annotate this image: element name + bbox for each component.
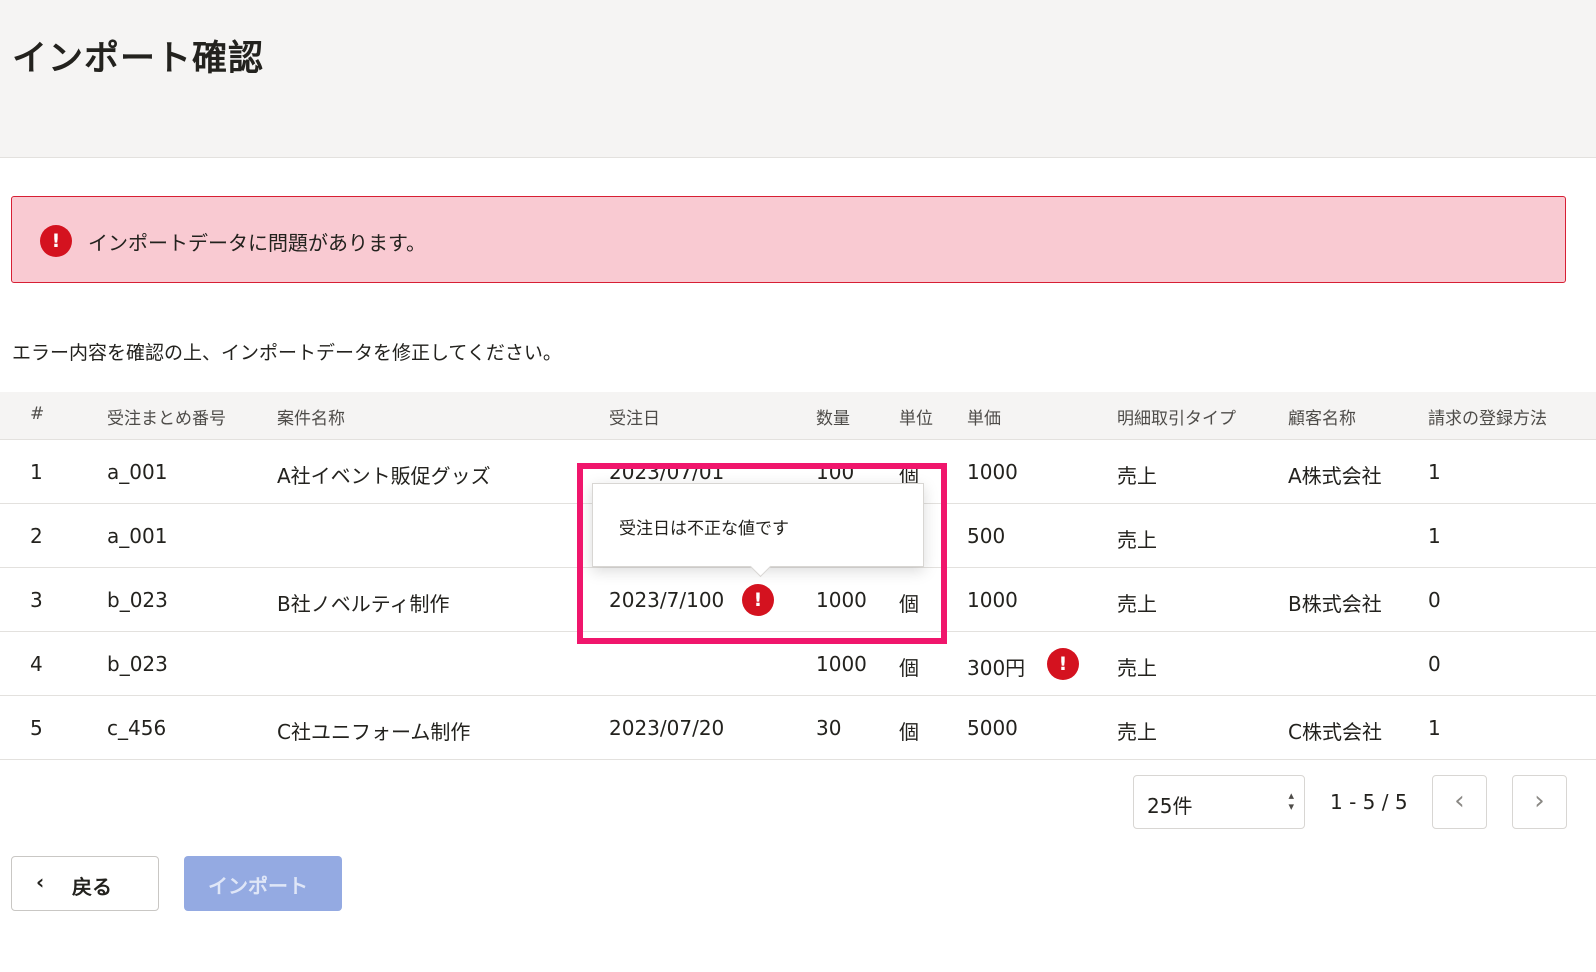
cell-transaction-type: 売上 xyxy=(1117,656,1157,680)
cell-transaction-type: 売上 xyxy=(1117,720,1157,744)
page-header: インポート確認 xyxy=(0,0,1596,158)
column-header-quantity: 数量 xyxy=(816,409,850,429)
table-header: # 受注まとめ番号 案件名称 受注日 数量 単位 単価 明細取引タイプ 顧客名称… xyxy=(0,392,1596,440)
cell-customer: B株式会社 xyxy=(1288,592,1382,616)
cell-unit-price: 1000 xyxy=(967,460,1018,484)
chevron-right-icon: › xyxy=(1534,786,1545,816)
cell-quantity: 100 xyxy=(816,460,855,484)
cell-billing-method: 0 xyxy=(1428,652,1441,676)
cell-unit-price: 5000 xyxy=(967,716,1018,740)
cell-project: C社ユニフォーム制作 xyxy=(277,720,471,744)
column-header-number: # xyxy=(30,404,45,424)
table-row: 4 b_023 1000 個 300円 ! 売上 0 xyxy=(0,632,1596,696)
chevron-left-icon: ‹ xyxy=(36,870,45,894)
instruction-text: エラー内容を確認の上、インポートデータを修正してください。 xyxy=(12,342,562,364)
cell-order-group: b_023 xyxy=(107,588,168,612)
cell-unit: 個 xyxy=(899,656,919,680)
cell-order-date: 2023/7/100 xyxy=(609,588,725,612)
per-page-select[interactable]: 25件 ▴ ▾ xyxy=(1133,775,1305,829)
cell-order-date: 2023/07/01 xyxy=(609,460,725,484)
column-header-unit: 単位 xyxy=(899,409,933,429)
order-date-error-icon[interactable]: ! xyxy=(742,584,774,616)
column-header-billing-method: 請求の登録方法 xyxy=(1428,409,1547,429)
cell-billing-method: 1 xyxy=(1428,524,1441,548)
cell-transaction-type: 売上 xyxy=(1117,464,1157,488)
cell-quantity: 30 xyxy=(816,716,842,740)
cell-billing-method: 0 xyxy=(1428,588,1441,612)
cell-number: 2 xyxy=(30,524,43,548)
column-header-order-date: 受注日 xyxy=(609,409,660,429)
cell-customer: C株式会社 xyxy=(1288,720,1382,744)
cell-unit-price: 1000 xyxy=(967,588,1018,612)
error-alert: ! インポートデータに問題があります。 xyxy=(11,196,1566,283)
cell-order-group: b_023 xyxy=(107,652,168,676)
next-page-button[interactable]: › xyxy=(1512,775,1567,829)
cell-number: 4 xyxy=(30,652,43,676)
cell-number: 1 xyxy=(30,460,43,484)
column-header-project: 案件名称 xyxy=(277,409,345,429)
cell-order-group: a_001 xyxy=(107,460,168,484)
alert-message: インポートデータに問題があります。 xyxy=(88,231,426,255)
unit-price-error-icon[interactable]: ! xyxy=(1047,648,1079,680)
cell-quantity: 1000 xyxy=(816,652,867,676)
cell-unit-price: 500 xyxy=(967,524,1006,548)
cell-unit-price: 300円 xyxy=(967,656,1026,680)
prev-page-button[interactable]: ‹ xyxy=(1432,775,1487,829)
cell-order-date: 2023/07/20 xyxy=(609,716,725,740)
cell-project: B社ノベルティ制作 xyxy=(277,592,450,616)
table-row: 5 c_456 C社ユニフォーム制作 2023/07/20 30 個 5000 … xyxy=(0,696,1596,760)
back-button[interactable]: ‹ 戻る xyxy=(11,856,159,911)
chevron-left-icon: ‹ xyxy=(1454,786,1465,816)
cell-transaction-type: 売上 xyxy=(1117,592,1157,616)
back-button-label: 戻る xyxy=(72,875,112,899)
updown-arrows-icon: ▴ ▾ xyxy=(1288,789,1294,813)
import-button-label: インポート xyxy=(208,874,308,898)
cell-transaction-type: 売上 xyxy=(1117,528,1157,552)
page-range: 1 - 5 / 5 xyxy=(1330,790,1408,814)
import-button[interactable]: インポート xyxy=(184,856,342,911)
per-page-value: 25件 xyxy=(1147,794,1193,818)
cell-number: 3 xyxy=(30,588,43,612)
tooltip-text: 受注日は不正な値です xyxy=(619,519,789,539)
cell-customer: A株式会社 xyxy=(1288,464,1382,488)
cell-unit: 個 xyxy=(899,592,919,616)
cell-billing-method: 1 xyxy=(1428,460,1441,484)
cell-order-group: a_001 xyxy=(107,524,168,548)
column-header-order-group: 受注まとめ番号 xyxy=(107,409,226,429)
table-row: 3 b_023 B社ノベルティ制作 2023/7/100 ! 1000 個 10… xyxy=(0,568,1596,632)
error-tooltip: 受注日は不正な値です xyxy=(592,483,924,578)
cell-number: 5 xyxy=(30,716,43,740)
cell-unit: 個 xyxy=(899,720,919,744)
cell-quantity: 1000 xyxy=(816,588,867,612)
column-header-transaction-type: 明細取引タイプ xyxy=(1117,409,1236,429)
cell-order-group: c_456 xyxy=(107,716,167,740)
cell-billing-method: 1 xyxy=(1428,716,1441,740)
column-header-unit-price: 単価 xyxy=(967,409,1001,429)
cell-project: A社イベント販促グッズ xyxy=(277,464,491,488)
error-icon: ! xyxy=(40,225,72,257)
page-title: インポート確認 xyxy=(12,39,265,79)
column-header-customer: 顧客名称 xyxy=(1288,409,1356,429)
